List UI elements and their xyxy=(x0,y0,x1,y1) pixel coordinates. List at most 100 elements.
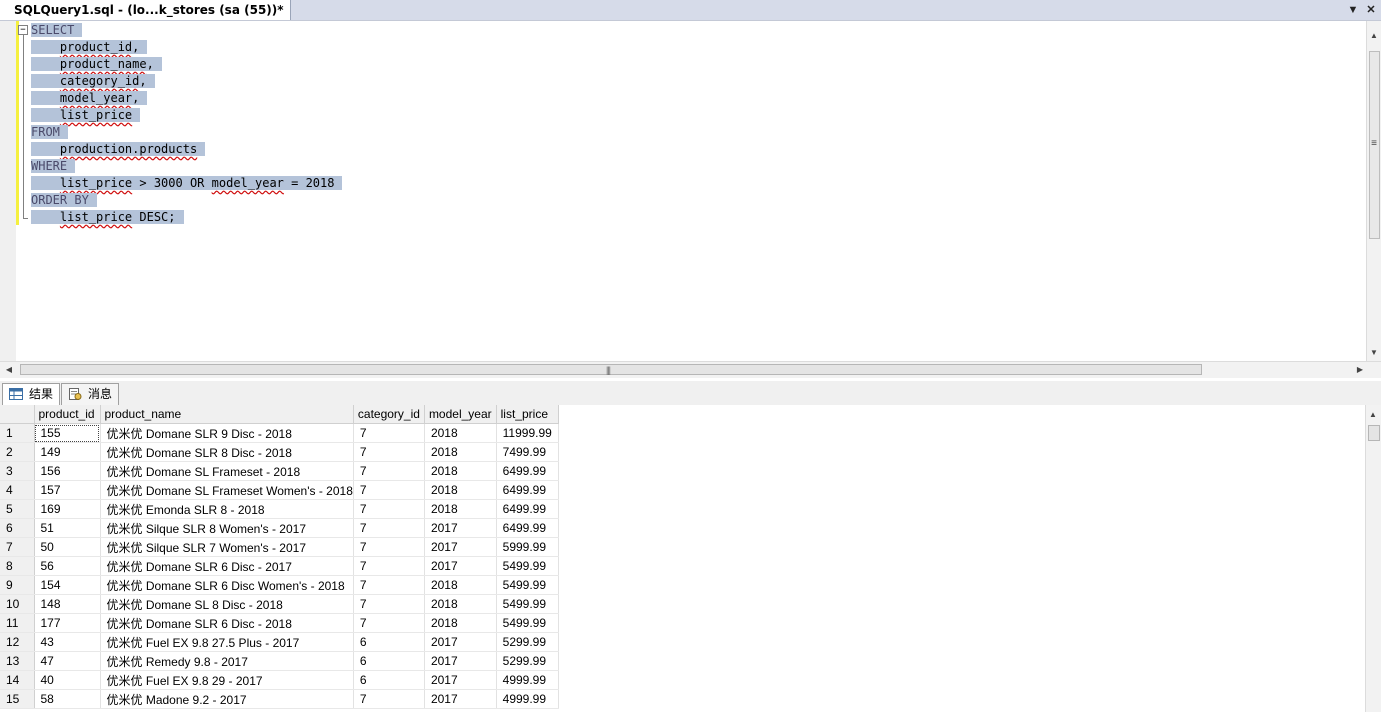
row-number[interactable]: 14 xyxy=(0,670,35,690)
cell-product-name[interactable]: 优米优 Fuel EX 9.8 29 - 2017 xyxy=(100,670,354,690)
cell-product-name[interactable]: 优米优 Silque SLR 7 Women's - 2017 xyxy=(100,537,354,557)
sql-editor[interactable]: − SELECT product_id, product_name, categ… xyxy=(0,21,1381,361)
cell-product-name[interactable]: 优米优 Madone 9.2 - 2017 xyxy=(100,689,354,709)
row-number[interactable]: 13 xyxy=(0,651,35,671)
cell-product-name[interactable]: 优米优 Domane SL Frameset - 2018 xyxy=(100,461,354,481)
cell-model-year[interactable]: 2017 xyxy=(424,632,497,652)
table-row[interactable]: 7 50 优米优 Silque SLR 7 Women's - 2017 7 2017 5… xyxy=(0,537,559,557)
cell-category-id[interactable]: 7 xyxy=(353,575,425,595)
cell-category-id[interactable]: 7 xyxy=(353,689,425,709)
cell-product-name[interactable]: 优米优 Domane SLR 9 Disc - 2018 xyxy=(100,423,354,443)
cell-category-id[interactable]: 7 xyxy=(353,442,425,462)
cell-list-price[interactable]: 6499.99 xyxy=(496,518,559,538)
cell-product-name[interactable]: 优米优 Remedy 9.8 - 2017 xyxy=(100,651,354,671)
column-header-model-year[interactable]: model_year xyxy=(424,405,497,424)
cell-category-id[interactable]: 7 xyxy=(353,461,425,481)
cell-category-id[interactable]: 7 xyxy=(353,613,425,633)
row-number[interactable]: 9 xyxy=(0,575,35,595)
row-number[interactable]: 15 xyxy=(0,689,35,709)
table-row[interactable]: 13 47 优米优 Remedy 9.8 - 2017 6 2017 5299.99 xyxy=(0,651,559,671)
cell-product-name[interactable]: 优米优 Emonda SLR 8 - 2018 xyxy=(100,499,354,519)
column-header-list-price[interactable]: list_price xyxy=(496,405,559,424)
tab-sqlquery1[interactable]: SQLQuery1.sql - (lo...k_stores (sa (55))… xyxy=(0,0,291,20)
scroll-left-icon[interactable]: ◀ xyxy=(2,363,16,377)
cell-list-price[interactable]: 5299.99 xyxy=(496,632,559,652)
cell-model-year[interactable]: 2018 xyxy=(424,480,497,500)
code-line[interactable]: list_price > 3000 OR model_year = 2018 xyxy=(31,175,343,192)
cell-product-id[interactable]: 50 xyxy=(34,537,101,557)
column-header-category-id[interactable]: category_id xyxy=(353,405,425,424)
editor-vertical-scrollbar[interactable]: ▲ ≡ ▼ xyxy=(1366,21,1381,361)
cell-model-year[interactable]: 2017 xyxy=(424,651,497,671)
cell-product-name[interactable]: 优米优 Fuel EX 9.8 27.5 Plus - 2017 xyxy=(100,632,354,652)
row-number[interactable]: 10 xyxy=(0,594,35,614)
scroll-right-icon[interactable]: ▶ xyxy=(1353,363,1367,377)
code-line[interactable]: FROM xyxy=(31,124,68,141)
dropdown-arrow-icon[interactable]: ▼ xyxy=(1346,3,1360,17)
scroll-thumb[interactable]: ||| xyxy=(20,364,1202,375)
table-row[interactable]: 10 148 优米优 Domane SL 8 Disc - 2018 7 2018 549… xyxy=(0,594,559,614)
row-number[interactable]: 12 xyxy=(0,632,35,652)
row-number[interactable]: 5 xyxy=(0,499,35,519)
table-row[interactable]: 12 43 优米优 Fuel EX 9.8 27.5 Plus - 2017 6 201… xyxy=(0,632,559,652)
cell-category-id[interactable]: 7 xyxy=(353,423,425,443)
row-number[interactable]: 4 xyxy=(0,480,35,500)
grid-vertical-scrollbar[interactable]: ▲ xyxy=(1365,405,1381,712)
cell-list-price[interactable]: 6499.99 xyxy=(496,461,559,481)
collapse-icon[interactable]: − xyxy=(18,25,28,35)
cell-product-id[interactable]: 154 xyxy=(34,575,101,595)
cell-product-id[interactable]: 51 xyxy=(34,518,101,538)
table-row[interactable]: 8 56 优米优 Domane SLR 6 Disc - 2017 7 2017 5499… xyxy=(0,556,559,576)
scroll-up-icon[interactable]: ▲ xyxy=(1366,408,1380,422)
code-line[interactable]: WHERE xyxy=(31,158,76,175)
cell-model-year[interactable]: 2017 xyxy=(424,537,497,557)
cell-model-year[interactable]: 2018 xyxy=(424,423,497,443)
cell-product-name[interactable]: 优米优 Domane SLR 6 Disc Women's - 2018 xyxy=(100,575,354,595)
cell-model-year[interactable]: 2018 xyxy=(424,461,497,481)
cell-model-year[interactable]: 2018 xyxy=(424,594,497,614)
row-number[interactable]: 2 xyxy=(0,442,35,462)
scroll-thumb[interactable] xyxy=(1368,425,1380,441)
cell-category-id[interactable]: 7 xyxy=(353,556,425,576)
code-line[interactable]: SELECT xyxy=(31,22,83,39)
editor-horizontal-scrollbar[interactable]: ◀ ||| ▶ xyxy=(0,361,1381,378)
scroll-down-icon[interactable]: ▼ xyxy=(1367,346,1381,360)
cell-product-id[interactable]: 148 xyxy=(34,594,101,614)
cell-category-id[interactable]: 7 xyxy=(353,480,425,500)
code-line[interactable]: production.products xyxy=(31,141,206,158)
cell-product-name[interactable]: 优米优 Domane SL 8 Disc - 2018 xyxy=(100,594,354,614)
code-line[interactable]: model_year, xyxy=(31,90,148,107)
cell-list-price[interactable]: 5499.99 xyxy=(496,613,559,633)
row-number[interactable]: 6 xyxy=(0,518,35,538)
cell-model-year[interactable]: 2017 xyxy=(424,518,497,538)
table-row[interactable]: 14 40 优米优 Fuel EX 9.8 29 - 2017 6 2017 4999.9… xyxy=(0,670,559,690)
cell-category-id[interactable]: 7 xyxy=(353,518,425,538)
cell-model-year[interactable]: 2018 xyxy=(424,575,497,595)
cell-product-id[interactable]: 58 xyxy=(34,689,101,709)
cell-product-id[interactable]: 157 xyxy=(34,480,101,500)
cell-model-year[interactable]: 2018 xyxy=(424,613,497,633)
cell-product-name[interactable]: 优米优 Silque SLR 8 Women's - 2017 xyxy=(100,518,354,538)
cell-list-price[interactable]: 4999.99 xyxy=(496,670,559,690)
code-line[interactable]: category_id, xyxy=(31,73,155,90)
table-row[interactable]: 4 157 优米优 Domane SL Frameset Women's - 201… xyxy=(0,480,559,500)
cell-product-name[interactable]: 优米优 Domane SL Frameset Women's - 2018 xyxy=(100,480,354,500)
cell-list-price[interactable]: 5499.99 xyxy=(496,556,559,576)
cell-product-id[interactable]: 177 xyxy=(34,613,101,633)
cell-product-id[interactable]: 149 xyxy=(34,442,101,462)
code-line[interactable]: product_id, xyxy=(31,39,148,56)
cell-product-id[interactable]: 56 xyxy=(34,556,101,576)
cell-product-id[interactable]: 155 xyxy=(34,423,101,443)
row-number[interactable]: 11 xyxy=(0,613,35,633)
column-header-product-id[interactable]: product_id xyxy=(34,405,101,424)
cell-product-name[interactable]: 优米优 Domane SLR 6 Disc - 2017 xyxy=(100,556,354,576)
code-line[interactable]: ORDER BY xyxy=(31,192,97,209)
scroll-up-icon[interactable]: ▲ xyxy=(1367,29,1381,43)
code-line[interactable]: list_price xyxy=(31,107,141,124)
cell-product-name[interactable]: 优米优 Domane SLR 6 Disc - 2018 xyxy=(100,613,354,633)
cell-list-price[interactable]: 5499.99 xyxy=(496,575,559,595)
cell-model-year[interactable]: 2017 xyxy=(424,670,497,690)
close-icon[interactable]: ✕ xyxy=(1364,3,1378,17)
cell-product-id[interactable]: 40 xyxy=(34,670,101,690)
cell-list-price[interactable]: 11999.99 xyxy=(496,423,559,443)
